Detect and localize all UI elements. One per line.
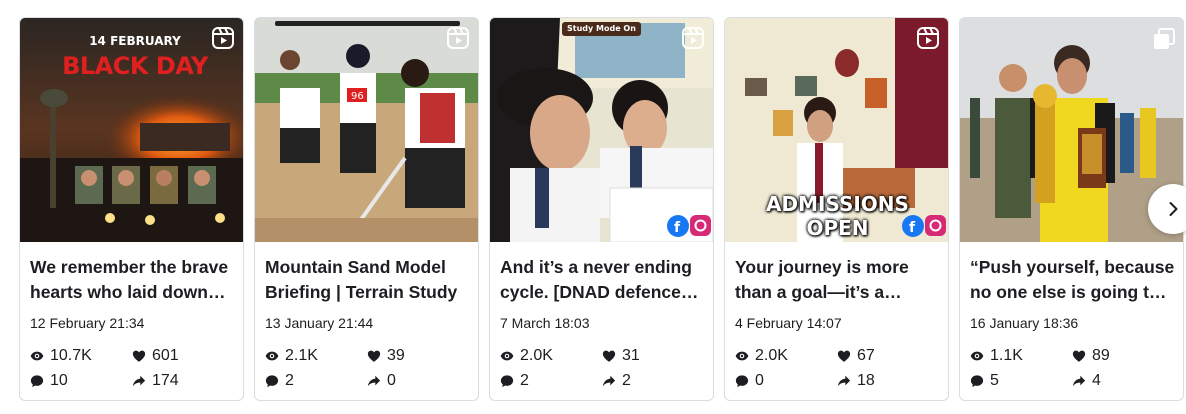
likes-count: 39 (387, 347, 405, 364)
comments-count: 10 (50, 372, 68, 389)
comment-icon (500, 375, 514, 388)
share-icon (602, 375, 616, 387)
likes-stat: 31 (602, 347, 640, 365)
heart-icon (602, 350, 616, 362)
eye-icon (500, 351, 514, 361)
shares-stat: 174 (132, 372, 179, 390)
comment-icon (970, 375, 984, 388)
post-date: 4 February 14:07 (735, 315, 842, 331)
comment-icon (265, 375, 279, 388)
carousel-icon (1154, 28, 1175, 49)
overlay-admissions-text: ADMISSIONS (766, 192, 909, 216)
views-count: 2.0K (520, 347, 553, 364)
views-stat: 2.0K (735, 347, 788, 365)
eye-icon (265, 351, 279, 361)
share-icon (132, 375, 146, 387)
post-thumbnail[interactable]: 14 FEBRUARY BLACK DAY (20, 18, 243, 242)
eye-icon (30, 351, 44, 361)
reel-icon (682, 27, 704, 49)
heart-icon (837, 350, 851, 362)
post-thumbnail[interactable]: 96 (255, 18, 478, 242)
likes-count: 89 (1092, 347, 1110, 364)
reel-icon (917, 27, 939, 49)
comments-stat: 10 (30, 372, 68, 390)
shares-stat: 4 (1072, 372, 1101, 390)
share-icon (367, 375, 381, 387)
study-mode-tag: Study Mode On (562, 22, 641, 36)
views-stat: 2.1K (265, 347, 318, 365)
post-caption: “Push yourself, because no one else is g… (970, 257, 1175, 302)
comments-count: 0 (755, 372, 764, 389)
thumbnail-image: 96 (255, 18, 478, 242)
views-stat: 10.7K (30, 347, 92, 365)
eye-icon (970, 351, 984, 361)
views-count: 2.0K (755, 347, 788, 364)
shares-count: 4 (1092, 372, 1101, 389)
shares-count: 2 (622, 372, 631, 389)
overlay-date-text: 14 FEBRUARY (89, 34, 181, 48)
post-date: 16 January 18:36 (970, 315, 1079, 331)
shares-stat: 18 (837, 372, 875, 390)
comments-count: 5 (990, 372, 999, 389)
reel-icon (212, 27, 234, 49)
shares-stat: 2 (602, 372, 631, 390)
shares-count: 18 (857, 372, 875, 389)
reel-icon (447, 27, 469, 49)
views-count: 2.1K (285, 347, 318, 364)
comments-stat: 2 (500, 372, 529, 390)
comment-icon (735, 375, 749, 388)
post-card[interactable]: f Study Mode On And it’s a never ending … (489, 17, 714, 401)
post-date: 7 March 18:03 (500, 315, 590, 331)
shares-count: 174 (152, 372, 179, 389)
likes-count: 601 (152, 347, 179, 364)
post-caption: Your journey is more than a goal—it’s a … (735, 257, 909, 302)
heart-icon (367, 350, 381, 362)
overlay-title-text: BLACK DAY (62, 52, 208, 80)
facebook-logo: f (674, 220, 681, 236)
share-icon (837, 375, 851, 387)
post-grid: 14 FEBRUARY BLACK DAY We remember the br… (19, 17, 1186, 401)
heart-icon (1072, 350, 1086, 362)
post-date: 12 February 21:34 (30, 315, 145, 331)
heart-icon (132, 350, 146, 362)
likes-stat: 89 (1072, 347, 1110, 365)
likes-stat: 67 (837, 347, 875, 365)
post-caption: And it’s a never ending cycle. [DNAD def… (500, 257, 692, 302)
comments-count: 2 (285, 372, 294, 389)
post-thumbnail[interactable]: f ADMISSIONS OPEN (725, 18, 948, 242)
views-stat: 2.0K (500, 347, 553, 365)
comments-stat: 5 (970, 372, 999, 390)
post-caption: We remember the brave hearts who laid do… (30, 257, 229, 302)
shares-stat: 0 (367, 372, 396, 390)
post-caption: Mountain Sand Model Briefing | Terrain S… (265, 257, 458, 302)
views-count: 10.7K (50, 347, 92, 364)
post-thumbnail[interactable]: f Study Mode On (490, 18, 713, 242)
likes-stat: 39 (367, 347, 405, 365)
post-card[interactable]: 14 FEBRUARY BLACK DAY We remember the br… (19, 17, 244, 401)
thumbnail-image: f (490, 18, 713, 242)
chevron-right-icon (1169, 202, 1178, 216)
bib-number: 96 (351, 91, 364, 102)
overlay-open-text: OPEN (806, 216, 869, 240)
views-count: 1.1K (990, 347, 1023, 364)
post-card[interactable]: f ADMISSIONS OPEN Your journey is more t… (724, 17, 949, 401)
comments-count: 2 (520, 372, 529, 389)
comments-stat: 2 (265, 372, 294, 390)
post-card[interactable]: 96 Mountain Sand Model Briefing | Terrai… (254, 17, 479, 401)
comment-icon (30, 375, 44, 388)
share-icon (1072, 375, 1086, 387)
eye-icon (735, 351, 749, 361)
comments-stat: 0 (735, 372, 764, 390)
likes-stat: 601 (132, 347, 179, 365)
post-date: 13 January 21:44 (265, 315, 374, 331)
views-stat: 1.1K (970, 347, 1023, 365)
shares-count: 0 (387, 372, 396, 389)
likes-count: 31 (622, 347, 640, 364)
likes-count: 67 (857, 347, 875, 364)
